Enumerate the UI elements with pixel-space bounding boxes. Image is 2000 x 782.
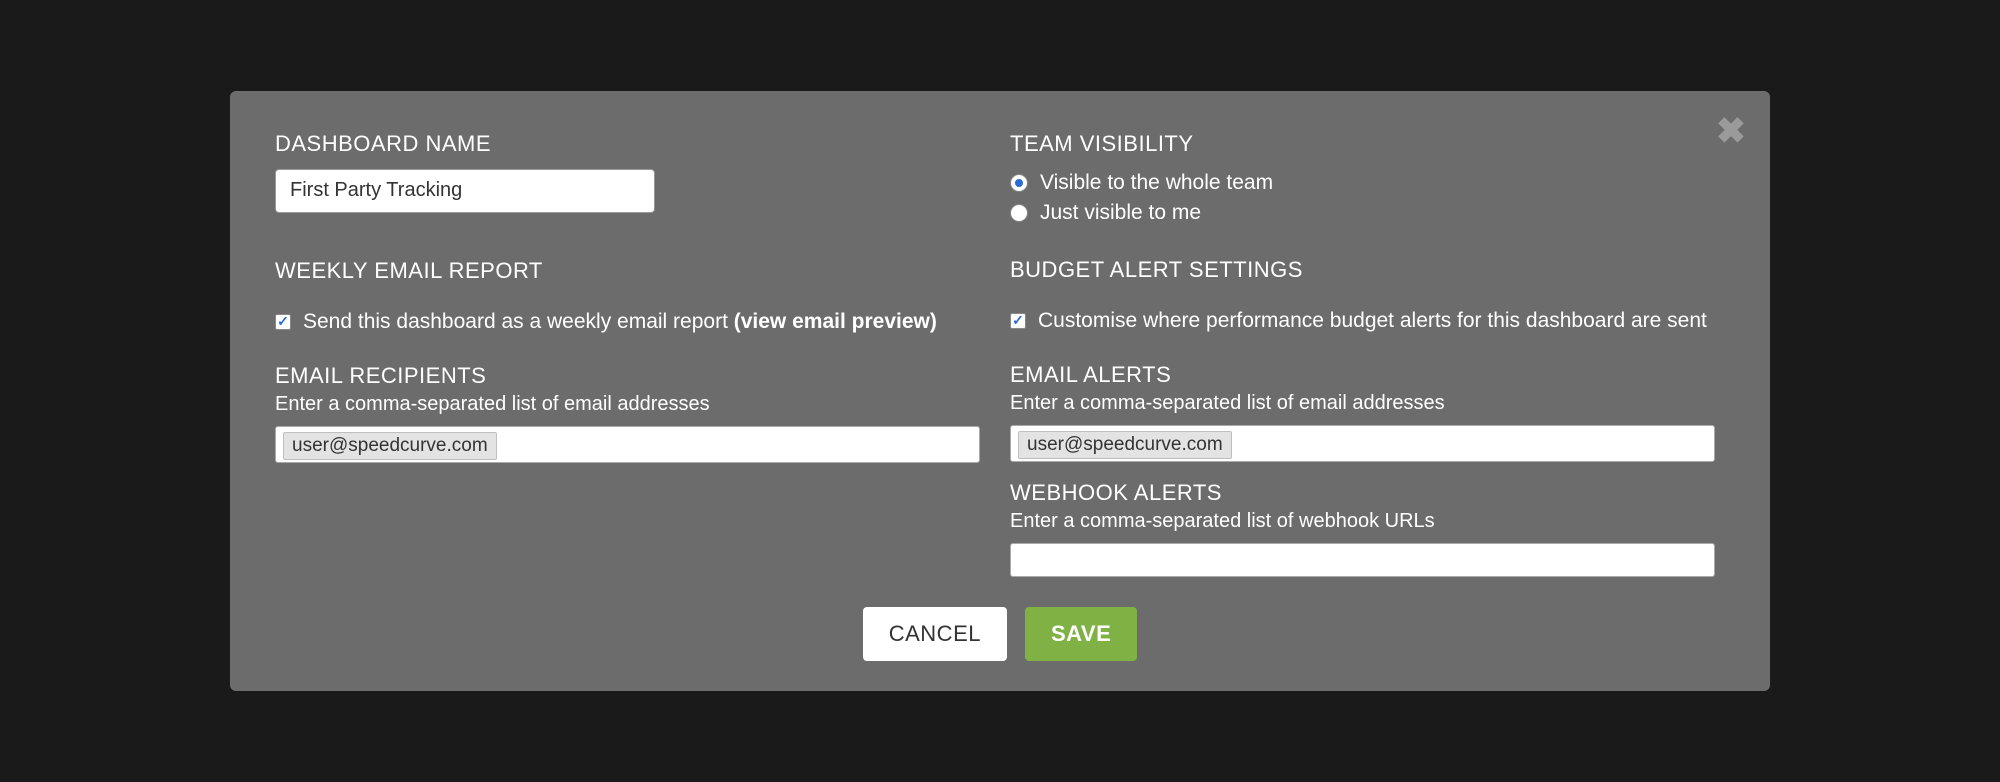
visibility-just-me-radio[interactable]: Just visible to me [1010,201,1725,225]
team-visibility-label: TEAM VISIBILITY [1010,131,1725,157]
dashboard-name-input[interactable] [275,169,655,213]
radio-label: Just visible to me [1040,201,1201,225]
email-tag: user@speedcurve.com [1018,431,1232,459]
close-icon[interactable]: ✖ [1716,113,1746,149]
weekly-report-checkbox-row[interactable]: Send this dashboard as a weekly email re… [275,308,990,335]
budget-alert-checkbox-text: Customise where performance budget alert… [1038,307,1707,334]
budget-alert-settings-label: BUDGET ALERT SETTINGS [1010,257,1725,283]
view-email-preview-link[interactable]: (view email preview) [734,310,937,333]
webhook-alerts-label: WEBHOOK ALERTS [1010,480,1725,506]
radio-icon [1010,174,1028,192]
left-column: DASHBOARD NAME WEEKLY EMAIL REPORT Send … [275,131,990,577]
email-recipients-input[interactable]: user@speedcurve.com [275,426,980,463]
right-column: TEAM VISIBILITY Visible to the whole tea… [1010,131,1725,577]
checkbox-icon [1010,313,1026,329]
email-alerts-input[interactable]: user@speedcurve.com [1010,425,1715,462]
save-button[interactable]: SAVE [1025,607,1137,661]
dashboard-settings-modal: ✖ DASHBOARD NAME WEEKLY EMAIL REPORT Sen… [230,91,1770,691]
radio-icon [1010,204,1028,222]
radio-label: Visible to the whole team [1040,171,1273,195]
dashboard-name-label: DASHBOARD NAME [275,131,990,157]
email-alerts-label: EMAIL ALERTS [1010,362,1725,388]
email-tag: user@speedcurve.com [283,432,497,460]
webhook-alerts-input[interactable] [1010,543,1715,577]
email-recipients-help: Enter a comma-separated list of email ad… [275,393,990,416]
email-alerts-help: Enter a comma-separated list of email ad… [1010,392,1725,415]
modal-actions: CANCEL SAVE [275,607,1725,661]
checkbox-icon [275,314,291,330]
webhook-alerts-help: Enter a comma-separated list of webhook … [1010,510,1725,533]
visibility-whole-team-radio[interactable]: Visible to the whole team [1010,171,1725,195]
budget-alert-checkbox-row[interactable]: Customise where performance budget alert… [1010,307,1725,334]
email-recipients-label: EMAIL RECIPIENTS [275,363,990,389]
cancel-button[interactable]: CANCEL [863,607,1007,661]
weekly-email-report-label: WEEKLY EMAIL REPORT [275,258,990,284]
weekly-report-checkbox-text: Send this dashboard as a weekly email re… [303,310,728,333]
